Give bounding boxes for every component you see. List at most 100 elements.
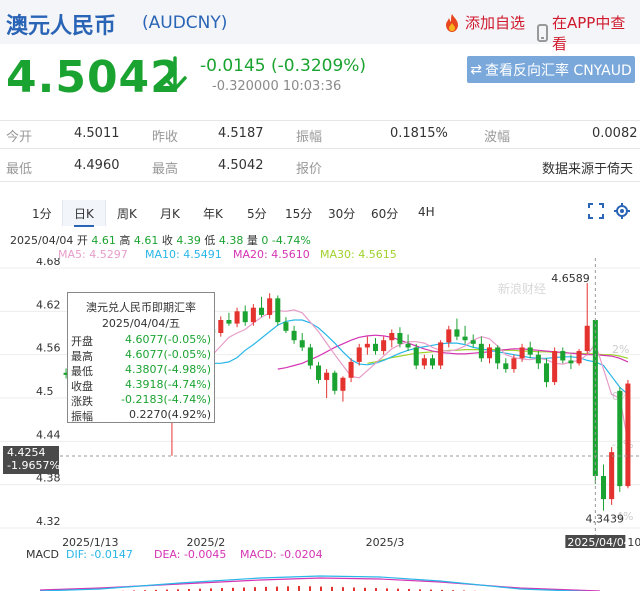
candle-body — [332, 372, 338, 391]
reverse-rate-label: 查看反向汇率 CNYAUD — [484, 62, 632, 79]
macd-bar — [276, 586, 278, 591]
tooltip-row-label: 收盘 — [71, 380, 93, 393]
crosshair-price-label: 4.4254 -1.9657% — [3, 446, 60, 474]
candle-body — [519, 347, 525, 359]
tooltip-row-label: 开盘 — [71, 335, 93, 348]
candle-body — [625, 383, 631, 487]
ohlc-vol: 0 — [261, 234, 269, 247]
tooltip-row-label: 最低 — [71, 365, 93, 378]
macd-value: MACD: -0.0204 — [240, 548, 323, 561]
reverse-rate-button[interactable]: ⇄ 查看反向汇率 CNYAUD — [467, 56, 635, 83]
open-app-label: 在APP中查看 — [551, 14, 626, 53]
tooltip-row-value: -0.2183(-4.74%) — [121, 393, 211, 406]
x-tick-label: 2025/3 — [366, 536, 405, 548]
macd-chart — [39, 575, 601, 591]
arrow-down-icon — [163, 56, 187, 91]
crosshair-date-label: 2025/04/04 — [567, 536, 630, 548]
tab-30min[interactable]: 30分 — [328, 205, 355, 222]
amplitude-value: 0.1815% — [390, 126, 448, 141]
x-tail-label: 10 — [627, 536, 640, 548]
tooltip-date: 2025/04/04/五 — [101, 317, 181, 330]
divider — [0, 120, 640, 121]
phone-icon — [537, 24, 548, 42]
tab-60min[interactable]: 60分 — [371, 205, 398, 222]
candle-body — [250, 307, 256, 323]
ohlc-high: 4.61 — [133, 234, 159, 247]
candle-body — [299, 340, 305, 348]
header-bar: 澳元人民币 (AUDCNY) 添加自选 在APP中查看 — [0, 0, 640, 53]
add-favorite-label: 添加自选 — [465, 14, 526, 32]
high-value: 4.5042 — [218, 158, 264, 173]
amplitude-label: 振幅 — [296, 130, 323, 145]
candle-body — [584, 325, 590, 352]
candle-body — [226, 320, 232, 324]
candle-body — [486, 347, 493, 359]
candle-body — [429, 358, 436, 366]
candle-body — [389, 333, 395, 341]
add-favorite-button[interactable]: 添加自选 — [443, 12, 525, 33]
ohlc-close-label: 收 — [161, 234, 173, 247]
tab-weekly-k[interactable]: 周K — [117, 205, 137, 222]
tooltip-row-value: 4.6077(-0.05%) — [125, 333, 211, 346]
tooltip-row-value: 0.2270(4.92%) — [128, 408, 211, 421]
tooltip-row-label: 涨跌 — [71, 395, 93, 408]
candle-body — [495, 347, 501, 364]
crosshair-pct: -1.9657% — [7, 459, 60, 472]
divider — [0, 181, 640, 182]
y-tick-label: 4.32 — [36, 515, 61, 528]
right-pct-tick: 2% — [612, 343, 629, 356]
tab-4h[interactable]: 4H — [418, 205, 435, 219]
ohlc-low: 4.38 — [218, 234, 244, 247]
macd-label: MACD — [26, 548, 59, 561]
candle-body — [576, 351, 582, 364]
candle-body — [413, 347, 419, 366]
ohlc-readout: 2025/04/04 开 4.61 高 4.61 收 4.39 低 4.38 量… — [10, 232, 311, 248]
candle-body — [258, 307, 265, 315]
y-tick-label: 4.44 — [36, 428, 61, 441]
candle-body — [560, 351, 566, 361]
max-price-label: 4.6589 — [551, 272, 590, 285]
tab-yearly-k[interactable]: 年K — [203, 205, 223, 222]
candle-body — [552, 351, 558, 383]
high-label: 最高 — [152, 162, 179, 177]
tab-5min[interactable]: 5分 — [247, 205, 267, 222]
macd-bar — [265, 586, 267, 591]
open-value: 4.5011 — [74, 126, 120, 141]
tooltip-title: 澳元兑人民币即期汇率 — [86, 301, 196, 314]
price-subinfo: -0.320000 10:03:36 — [212, 79, 342, 94]
candle-body — [470, 340, 476, 344]
candle-body — [381, 340, 387, 352]
tab-monthly-k[interactable]: 月K — [160, 205, 180, 222]
min-price-label: 4.3439 — [586, 513, 625, 526]
candle-body — [364, 343, 370, 348]
fullscreen-icon[interactable] — [588, 203, 604, 219]
candle-body — [315, 365, 322, 380]
macd-bar — [298, 586, 300, 591]
candle-body — [503, 363, 509, 370]
candle-body — [535, 354, 541, 364]
candle-body — [568, 360, 574, 364]
candle-body — [600, 476, 607, 500]
tab-daily-k[interactable]: 日K — [74, 205, 94, 227]
candle-body — [462, 336, 468, 341]
candle-body — [324, 372, 330, 380]
quote-label: 报价 — [296, 162, 323, 177]
tooltip-row-label: 最高 — [71, 350, 93, 363]
open-app-button[interactable]: 在APP中查看 — [537, 12, 640, 54]
macd-bar — [287, 586, 289, 591]
tooltip-row-value: 4.6077(-0.05%) — [125, 348, 211, 361]
wave-label: 波幅 — [484, 130, 511, 145]
settings-icon[interactable] — [614, 203, 630, 219]
candle-body — [348, 361, 354, 378]
candle-body — [267, 298, 273, 315]
ma20-line — [277, 334, 629, 370]
tab-1min[interactable]: 1分 — [32, 205, 52, 222]
tab-15min[interactable]: 15分 — [285, 205, 312, 222]
x-tick-label: 2025/2 — [187, 536, 226, 548]
y-tick-label: 4.56 — [36, 342, 61, 355]
y-tick-label: 4.68 — [36, 258, 61, 268]
low-label: 最低 — [6, 162, 33, 177]
flame-icon — [446, 13, 458, 32]
candle-body — [527, 347, 533, 355]
tooltip-row: 最高 4.6077(-0.05%) — [71, 348, 211, 363]
